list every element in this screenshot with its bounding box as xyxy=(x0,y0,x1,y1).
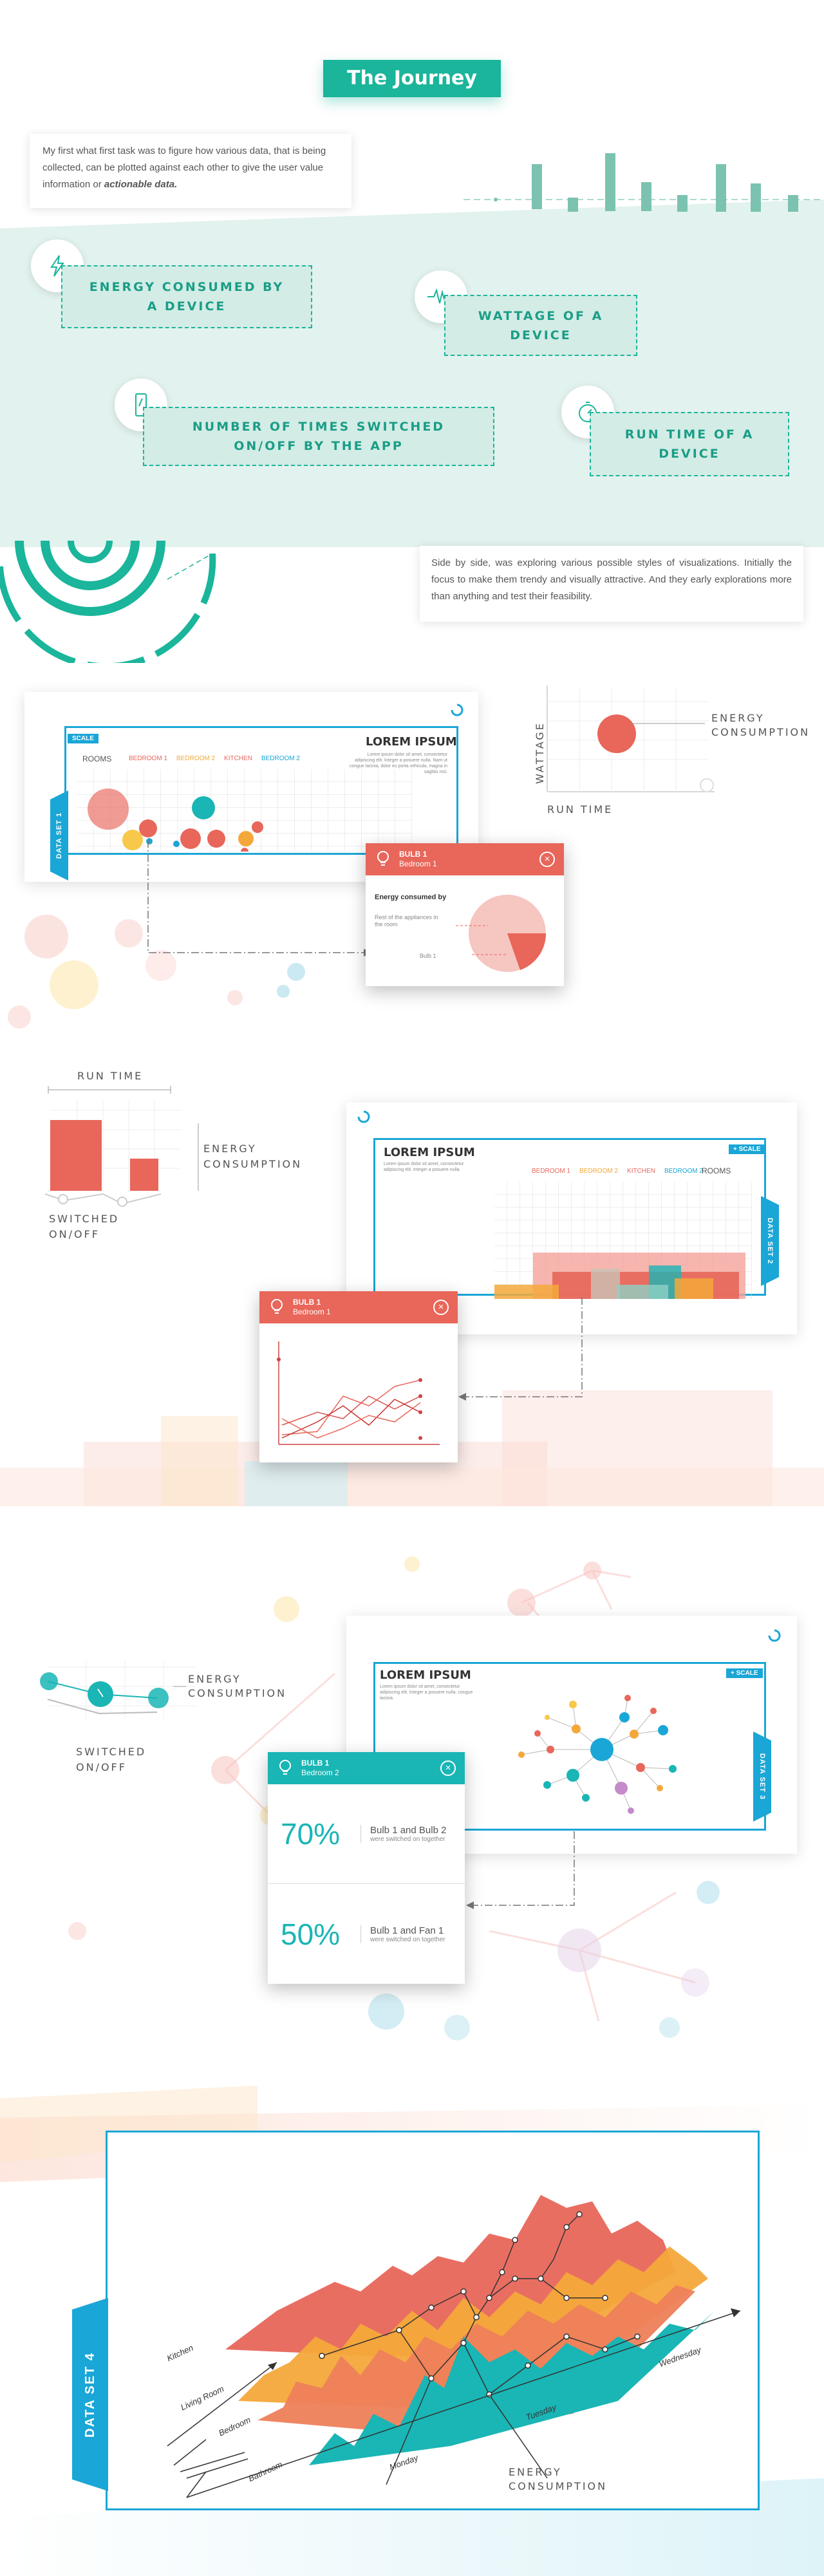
metric-switched: NUMBER OF TIMES SWITCHED ON/OFF BY THE A… xyxy=(143,407,494,466)
dataset2-rooms-label: ROOMS xyxy=(702,1166,731,1175)
popup-rest-label: Rest of the appliances in the room xyxy=(375,914,438,928)
filter-bedroom2[interactable]: BEDROOM 2 xyxy=(579,1168,618,1175)
dataset2-sketch-bottom-label: SWITCHED ON/OFF xyxy=(49,1213,120,1240)
dataset2-side-tab: DATA SET 2 xyxy=(761,1196,779,1286)
close-icon[interactable]: × xyxy=(539,852,555,867)
page-title: The Journey xyxy=(323,60,501,97)
refresh-icon[interactable] xyxy=(449,702,465,718)
dataset1-scale-button[interactable]: SCALE xyxy=(68,734,98,743)
hero-bars-decoration xyxy=(464,153,824,212)
intro-card: My first what first task was to figure h… xyxy=(30,134,351,208)
dataset1-title: LOREM IPSUM xyxy=(366,735,457,749)
popup-line-chart xyxy=(277,1341,440,1445)
popup-stat-1: 70% Bulb 1 and Bulb 2 were switched on to… xyxy=(268,1784,465,1884)
popup-header: BULB 1 Bedroom 2 × xyxy=(268,1752,465,1784)
dataset3-scale-button[interactable]: + SCALE xyxy=(726,1668,763,1678)
stat-label: Bulb 1 and Bulb 2 xyxy=(370,1825,447,1836)
stat-sub: were switched on together xyxy=(370,1936,445,1943)
refresh-icon[interactable] xyxy=(355,1108,372,1125)
popup-header: BULB 1 Bedroom 1 × xyxy=(366,843,564,875)
dataset4-3d-area-chart xyxy=(167,2195,741,2498)
metric-energy-consumed: ENERGY CONSUMED BY A DEVICE xyxy=(61,265,312,328)
dataset1-tab-label: DATA SET 1 xyxy=(55,812,64,859)
dataset3-popup: BULB 1 Bedroom 2 × 70% Bulb 1 and Bulb 2w… xyxy=(268,1752,465,1984)
bulb-icon xyxy=(279,1760,291,1775)
stat-label: Bulb 1 and Fan 1 xyxy=(370,1925,444,1936)
popup-title: BULB 1 xyxy=(293,1298,321,1307)
metric-switched-label: NUMBER OF TIMES SWITCHED ON/OFF BY THE A… xyxy=(192,420,445,453)
dataset3-sketch-chart xyxy=(40,1661,196,1719)
dataset2-sketch-right-label: ENERGY CONSUMPTION xyxy=(203,1143,303,1170)
dataset2-sketch-chart xyxy=(44,1086,199,1207)
dataset2-filters: BEDROOM 1 BEDROOM 2 KITCHEN BEDROOM 2 xyxy=(532,1168,703,1175)
dataset3-sketch-bottom-label: SWITCHED ON/OFF xyxy=(76,1746,147,1773)
dataset3-title: LOREM IPSUM xyxy=(380,1668,471,1682)
dataset1-connector xyxy=(147,840,371,957)
dataset3-side-tab: DATA SET 3 xyxy=(753,1731,771,1822)
bulb-icon xyxy=(377,851,389,866)
dataset1-filters: BEDROOM 1 BEDROOM 2 KITCHEN BEDROOM 2 xyxy=(129,755,300,762)
popup-title: BULB 1 xyxy=(301,1759,330,1768)
filter-kitchen[interactable]: KITCHEN xyxy=(627,1168,655,1175)
metric-wattage-label: WATTAGE OF A DEVICE xyxy=(478,308,604,342)
dataset1-sketch-ylabel: WATTAGE xyxy=(533,722,546,784)
dataset4-annotation: ENERGY CONSUMPTION xyxy=(509,2466,608,2492)
refresh-icon[interactable] xyxy=(766,1627,783,1644)
dataset1-sketch-annotation: ENERGY CONSUMPTION xyxy=(711,712,810,738)
stat-value: 70% xyxy=(281,1817,341,1851)
dataset4-side-tab: DATA SET 4 xyxy=(72,2298,108,2491)
dataset3-desc: Lorem ipsum dolor sit amet, consectetur … xyxy=(380,1685,473,1701)
filter-bedroom2-b[interactable]: BEDROOM 2 xyxy=(664,1168,703,1175)
metric-wattage: WATTAGE OF A DEVICE xyxy=(444,295,637,356)
dataset2-tab-label: DATA SET 2 xyxy=(766,1217,774,1265)
stat-value: 50% xyxy=(281,1917,341,1951)
stat-sub: were switched on together xyxy=(370,1836,445,1843)
popup-stat-2: 50% Bulb 1 and Fan 1 were switched on tog… xyxy=(268,1884,465,1984)
close-icon[interactable]: × xyxy=(433,1300,449,1315)
popup-bulb-label: Bulb 1 xyxy=(420,953,436,959)
intro-emphasis: actionable data. xyxy=(104,179,178,190)
dataset3-sketch-right-label: ENERGY CONSUMPTION xyxy=(188,1673,287,1699)
popup-pie-chart xyxy=(456,895,547,972)
dataset1-sketch-chart xyxy=(547,686,715,792)
metric-runtime: RUN TIME OF A DEVICE xyxy=(590,412,789,476)
dataset2-scale-button[interactable]: + SCALE xyxy=(729,1144,765,1154)
exploration-text: Side by side, was exploring various poss… xyxy=(431,557,792,602)
dataset3-network-chart xyxy=(518,1695,677,1814)
dataset1-rooms-label: ROOMS xyxy=(82,754,112,763)
arcs-decoration xyxy=(0,541,216,663)
bulb-icon xyxy=(271,1299,283,1314)
popup-subtitle: Bedroom 1 xyxy=(293,1307,331,1316)
popup-header: BULB 1 Bedroom 1 × xyxy=(259,1291,458,1323)
filter-bedroom1[interactable]: BEDROOM 1 xyxy=(129,755,167,762)
dataset2-connector xyxy=(458,1297,583,1401)
exploration-card: Side by side, was exploring various poss… xyxy=(420,546,803,622)
popup-heading: Energy consumed by xyxy=(375,893,447,901)
filter-bedroom2[interactable]: BEDROOM 2 xyxy=(176,755,215,762)
popup-subtitle: Bedroom 1 xyxy=(399,859,437,868)
dataset2-title: LOREM IPSUM xyxy=(384,1146,475,1159)
dataset1-popup: BULB 1 Bedroom 1 × Energy consumed by Res… xyxy=(366,843,564,986)
filter-bedroom1[interactable]: BEDROOM 1 xyxy=(532,1168,570,1175)
intro-text: My first what first task was to figure h… xyxy=(42,145,326,190)
hero-background xyxy=(0,187,824,547)
close-icon[interactable]: × xyxy=(440,1760,456,1776)
filter-kitchen[interactable]: KITCHEN xyxy=(224,755,252,762)
metric-runtime-label: RUN TIME OF A DEVICE xyxy=(624,427,754,461)
dataset2-sketch-top-label: RUN TIME xyxy=(77,1070,144,1082)
dataset2-stacked-chart xyxy=(494,1182,752,1299)
dataset1-sketch-xlabel: RUN TIME xyxy=(547,803,613,816)
dataset4-tab-label: DATA SET 4 xyxy=(82,2351,97,2438)
popup-subtitle: Bedroom 2 xyxy=(301,1768,339,1777)
dataset3-connector xyxy=(466,1831,575,1909)
dataset2-popup: BULB 1 Bedroom 1 × xyxy=(259,1291,458,1462)
metric-energy-consumed-label: ENERGY CONSUMED BY A DEVICE xyxy=(89,280,285,313)
dataset3-tab-label: DATA SET 3 xyxy=(758,1753,767,1800)
popup-title: BULB 1 xyxy=(399,850,427,859)
dataset2-desc: Lorem ipsum dolor sit amet, consectetur … xyxy=(384,1162,464,1172)
filter-bedroom2-b[interactable]: BEDROOM 2 xyxy=(261,755,300,762)
